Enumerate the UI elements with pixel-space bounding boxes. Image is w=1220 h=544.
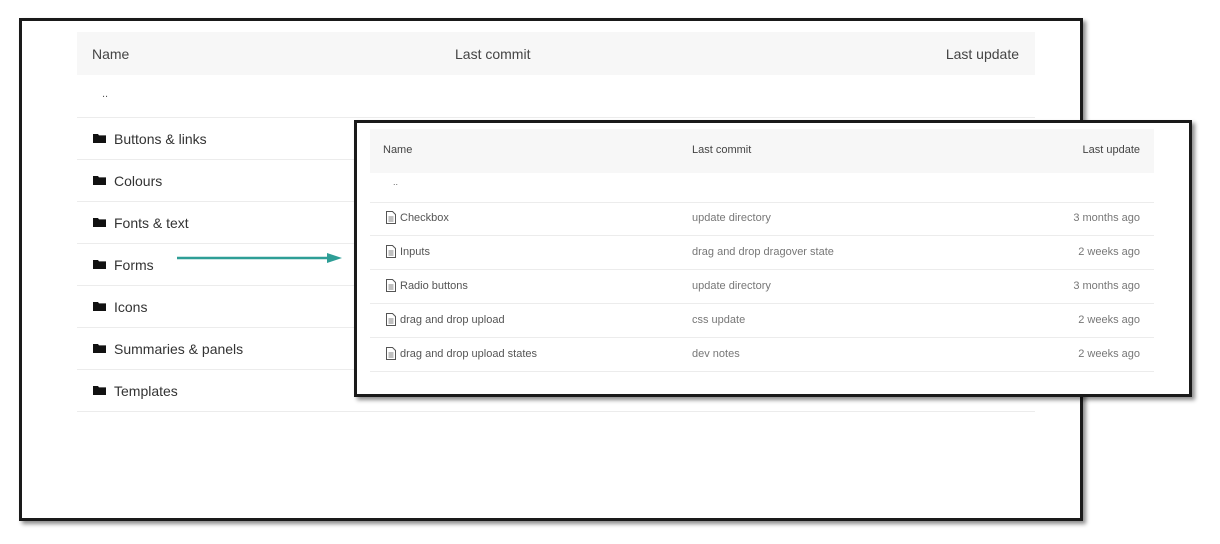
folder-label[interactable]: Forms — [114, 257, 154, 273]
front-header-last-update[interactable]: Last update — [1083, 144, 1141, 156]
commit-message[interactable]: update directory — [692, 280, 771, 292]
update-time: 2 weeks ago — [1078, 348, 1140, 360]
folder-icon — [93, 386, 106, 395]
file-icon — [386, 211, 396, 224]
parent-directory-link[interactable]: .. — [102, 88, 108, 100]
folder-icon — [93, 302, 106, 311]
back-table-header: Name Last commit Last update — [77, 32, 1035, 75]
file-icon — [386, 347, 396, 360]
parent-directory-link[interactable]: .. — [393, 177, 398, 187]
commit-message[interactable]: dev notes — [692, 348, 740, 360]
folder-label[interactable]: Fonts & text — [114, 215, 189, 231]
commit-message[interactable]: css update — [692, 314, 745, 326]
file-icon — [386, 245, 396, 258]
folder-label[interactable]: Templates — [114, 383, 178, 399]
front-parent-row[interactable]: .. — [370, 169, 1154, 203]
back-header-name[interactable]: Name — [92, 46, 129, 62]
file-name[interactable]: Inputs — [400, 246, 430, 258]
folder-icon — [93, 218, 106, 227]
back-parent-row[interactable]: .. — [77, 76, 1035, 118]
folder-label[interactable]: Colours — [114, 173, 162, 189]
file-name[interactable]: drag and drop upload states — [400, 348, 537, 360]
file-row-drag-and-drop-upload-states[interactable]: drag and drop upload states dev notes 2 … — [370, 338, 1154, 372]
forms-folder-window: Name Last commit Last update .. Checkbox… — [354, 120, 1192, 397]
folder-icon — [93, 344, 106, 353]
update-time: 3 months ago — [1073, 280, 1140, 292]
update-time: 2 weeks ago — [1078, 314, 1140, 326]
back-header-last-commit[interactable]: Last commit — [455, 46, 530, 62]
file-row-checkbox[interactable]: Checkbox update directory 3 months ago — [370, 202, 1154, 236]
file-row-radio-buttons[interactable]: Radio buttons update directory 3 months … — [370, 270, 1154, 304]
file-row-drag-and-drop-upload[interactable]: drag and drop upload css update 2 weeks … — [370, 304, 1154, 338]
file-name[interactable]: Checkbox — [400, 212, 449, 224]
file-icon — [386, 279, 396, 292]
front-table-header: Name Last commit Last update — [370, 129, 1154, 173]
file-name[interactable]: Radio buttons — [400, 280, 468, 292]
commit-message[interactable]: drag and drop dragover state — [692, 246, 834, 258]
folder-label[interactable]: Buttons & links — [114, 131, 207, 147]
file-icon — [386, 313, 396, 326]
folder-icon — [93, 134, 106, 143]
file-row-inputs[interactable]: Inputs drag and drop dragover state 2 we… — [370, 236, 1154, 270]
folder-label[interactable]: Summaries & panels — [114, 341, 243, 357]
update-time: 3 months ago — [1073, 212, 1140, 224]
front-header-last-commit[interactable]: Last commit — [692, 144, 751, 156]
folder-icon — [93, 176, 106, 185]
front-header-name[interactable]: Name — [383, 144, 412, 156]
folder-icon — [93, 260, 106, 269]
update-time: 2 weeks ago — [1078, 246, 1140, 258]
file-name[interactable]: drag and drop upload — [400, 314, 505, 326]
back-header-last-update[interactable]: Last update — [946, 46, 1019, 62]
commit-message[interactable]: update directory — [692, 212, 771, 224]
arrow-right-icon — [177, 253, 342, 263]
folder-label[interactable]: Icons — [114, 299, 147, 315]
